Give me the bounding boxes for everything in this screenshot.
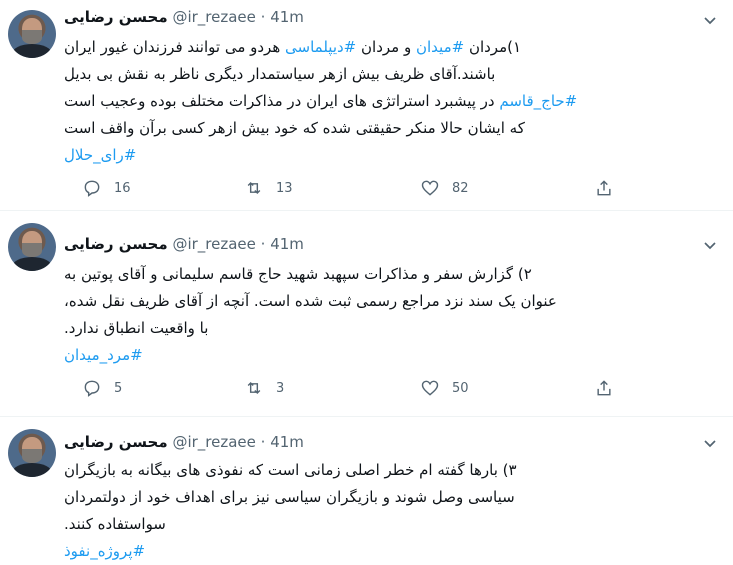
author-handle[interactable]: @ir_rezaee — [172, 235, 255, 253]
hashtag-link[interactable]: #مرد_میدان — [64, 346, 143, 364]
reply-count: 5 — [114, 380, 123, 396]
share-icon — [597, 380, 611, 396]
tweet-text-line: #رای_حلال — [64, 142, 718, 169]
tweet-text-segment: در پیشبرد استراتژی های ایران در مذاکرات … — [64, 92, 500, 110]
hashtag-link[interactable]: #پروژه_نفوذ — [64, 542, 145, 560]
tweet-text-line: #مرد_میدان — [64, 342, 718, 369]
tweet-text: ۲) گزارش سفر و مذاکرات سپهبد شهید حاج قا… — [64, 261, 718, 369]
like-button[interactable]: 82 — [420, 176, 469, 200]
tweet-text-segment: و مردان — [356, 38, 416, 56]
share-button[interactable] — [594, 176, 614, 200]
author-handle[interactable]: @ir_rezaee — [172, 433, 255, 451]
tweet-text-line: ۲) گزارش سفر و مذاکرات سپهبد شهید حاج قا… — [64, 261, 718, 288]
tweet-text-segment: سواستفاده کنند. — [64, 515, 166, 533]
author-handle[interactable]: @ir_rezaee — [172, 8, 255, 26]
tweet-text-segment: عنوان یک سند نزد مراجع رسمی ثبت شده است.… — [64, 292, 557, 310]
separator: · — [260, 433, 266, 451]
tweet-text-segment: با واقعیت انطباق ندارد. — [64, 319, 209, 337]
tweet-text-segment: باشند.آقای ظریف بیش ازهر سیاستمدار دیگری… — [64, 65, 496, 83]
tweet[interactable]: محسن رضایی @ir_rezaee · 41m ۳) بارها گفت… — [0, 417, 733, 560]
tweet-text-segment: ۱)مردان — [464, 38, 522, 56]
tweet-text-line: عنوان یک سند نزد مراجع رسمی ثبت شده است.… — [64, 288, 718, 315]
tweet-text-segment: که ایشان حالا منکر حقیقتی شده که خود بیش… — [64, 119, 525, 137]
share-icon — [597, 180, 611, 196]
tweet-text-line: باشند.آقای ظریف بیش ازهر سیاستمدار دیگری… — [64, 61, 718, 88]
reply-button[interactable]: 5 — [82, 376, 122, 400]
tweet-text-segment: ۳) بارها گفته ام خطر اصلی زمانی است که ن… — [64, 461, 517, 479]
chevron-down-icon[interactable] — [700, 433, 720, 453]
separator: · — [260, 235, 266, 253]
author-name[interactable]: محسن رضایی — [64, 235, 168, 253]
chevron-down-icon[interactable] — [700, 10, 720, 30]
hashtag-link[interactable]: #رای_حلال — [64, 146, 136, 164]
retweet-button[interactable]: 13 — [244, 176, 293, 200]
like-button[interactable]: 50 — [420, 376, 469, 400]
hashtag-link[interactable]: #دیپلماسی — [285, 38, 356, 56]
tweet[interactable]: محسن رضایی @ir_rezaee · 41m ۲) گزارش سفر… — [0, 211, 733, 416]
chevron-down-icon[interactable] — [700, 235, 720, 255]
timestamp[interactable]: 41m — [270, 433, 304, 451]
retweet-icon — [247, 381, 261, 395]
tweet-text-segment: سیاسی وصل شوند و بازیگران سیاسی نیز برای… — [64, 488, 515, 506]
tweet-text-line: #حاج_قاسم در پیشبرد استراتژی های ایران د… — [64, 88, 718, 115]
retweet-button[interactable]: 3 — [244, 376, 284, 400]
tweet-text-line: ۳) بارها گفته ام خطر اصلی زمانی است که ن… — [64, 457, 718, 484]
tweet-header: محسن رضایی @ir_rezaee · 41m — [64, 235, 304, 255]
tweet-header: محسن رضایی @ir_rezaee · 41m — [64, 8, 304, 28]
retweet-count: 3 — [276, 380, 285, 396]
reply-button[interactable]: 16 — [82, 176, 131, 200]
share-button[interactable] — [594, 376, 614, 400]
avatar[interactable] — [8, 223, 56, 271]
tweet-text-segment: هردو می توانند فرزندان غیور ایران — [64, 38, 286, 56]
reply-icon — [84, 380, 100, 397]
reply-count: 16 — [114, 180, 131, 196]
tweet-text-line: سیاسی وصل شوند و بازیگران سیاسی نیز برای… — [64, 484, 718, 511]
tweet-actions: 5 3 50 — [64, 376, 624, 400]
tweet-text-segment: ۲) گزارش سفر و مذاکرات سپهبد شهید حاج قا… — [64, 265, 532, 283]
retweet-icon — [247, 181, 261, 195]
hashtag-link[interactable]: #حاج_قاسم — [499, 92, 577, 110]
author-name[interactable]: محسن رضایی — [64, 8, 168, 26]
reply-icon — [84, 180, 100, 197]
tweet-text-line: که ایشان حالا منکر حقیقتی شده که خود بیش… — [64, 115, 718, 142]
tweet[interactable]: محسن رضایی @ir_rezaee · 41m ۱)مردان #مید… — [0, 0, 733, 210]
separator: · — [260, 8, 266, 26]
avatar[interactable] — [8, 10, 56, 58]
tweet-actions: 16 13 82 — [64, 176, 624, 200]
like-icon — [421, 180, 439, 196]
retweet-count: 13 — [276, 180, 293, 196]
like-count: 82 — [452, 180, 469, 196]
tweet-header: محسن رضایی @ir_rezaee · 41m — [64, 433, 304, 453]
timestamp[interactable]: 41m — [270, 8, 304, 26]
tweet-text-line: سواستفاده کنند. — [64, 511, 718, 538]
avatar[interactable] — [8, 429, 56, 477]
tweet-text: ۳) بارها گفته ام خطر اصلی زمانی است که ن… — [64, 457, 718, 565]
like-count: 50 — [452, 380, 469, 396]
author-name[interactable]: محسن رضایی — [64, 433, 168, 451]
timestamp[interactable]: 41m — [270, 235, 304, 253]
hashtag-link[interactable]: #میدان — [416, 38, 464, 56]
tweet-text-line: #پروژه_نفوذ — [64, 538, 718, 565]
tweet-text-line: ۱)مردان #میدان و مردان #دیپلماسی هردو می… — [64, 34, 718, 61]
tweet-text: ۱)مردان #میدان و مردان #دیپلماسی هردو می… — [64, 34, 718, 169]
tweet-text-line: با واقعیت انطباق ندارد. — [64, 315, 718, 342]
like-icon — [421, 380, 439, 396]
